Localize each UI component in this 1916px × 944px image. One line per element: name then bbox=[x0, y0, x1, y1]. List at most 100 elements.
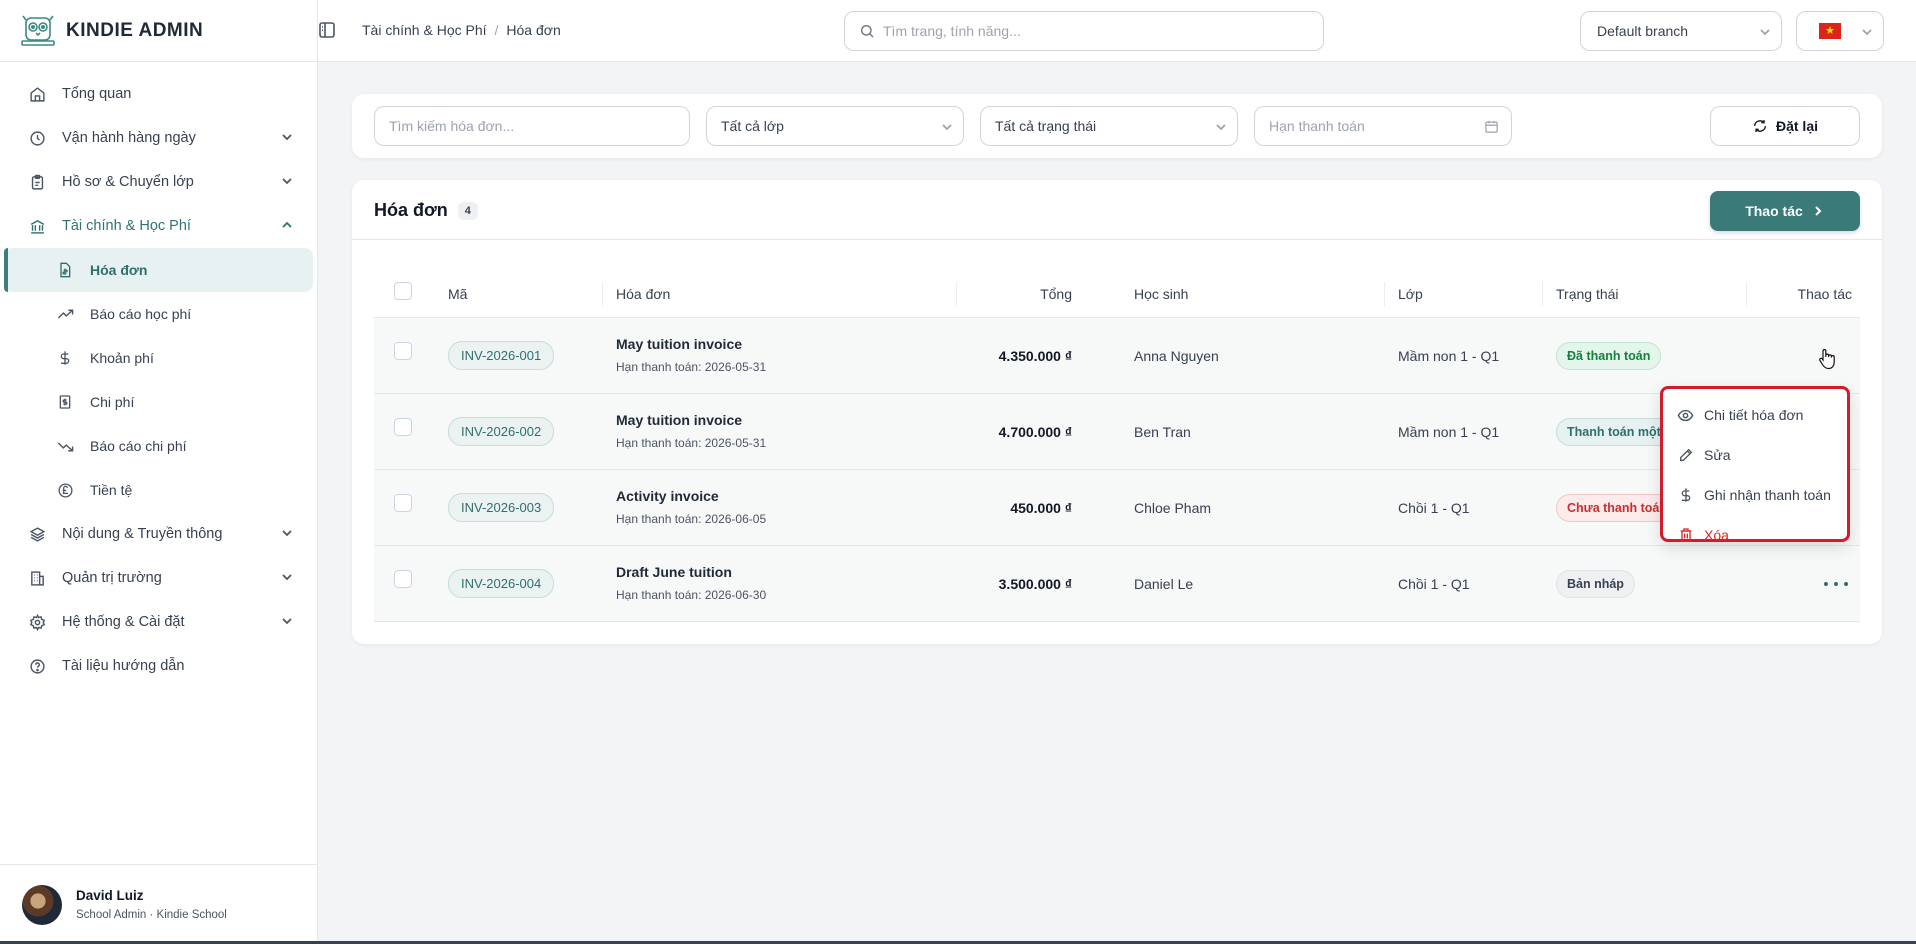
nav-docs[interactable]: Tài liệu hướng dẫn bbox=[0, 644, 317, 688]
clipboard-icon bbox=[28, 173, 46, 191]
global-search[interactable] bbox=[844, 11, 1324, 51]
nav-label: Hồ sơ & Chuyển lớp bbox=[62, 174, 194, 190]
col-code[interactable]: Mã bbox=[448, 286, 467, 302]
chevron-down-icon bbox=[282, 530, 292, 537]
nav-finance[interactable]: Tài chính & Học Phí bbox=[0, 204, 317, 248]
col-student[interactable]: Học sinh bbox=[1134, 286, 1188, 302]
refresh-icon bbox=[1753, 120, 1766, 132]
col-invoice[interactable]: Hóa đơn bbox=[616, 286, 670, 302]
bank-icon bbox=[28, 217, 46, 235]
sidebar: KINDIE ADMIN Tổng quan Vận hành hàng ngà… bbox=[0, 0, 318, 944]
row-actions-icon[interactable] bbox=[1824, 580, 1848, 588]
menu-label: Chi tiết hóa đơn bbox=[1704, 407, 1804, 423]
invoice-student: Chloe Pham bbox=[1134, 499, 1212, 516]
breadcrumb-finance[interactable]: Tài chính & Học Phí bbox=[362, 22, 487, 38]
invoice-total: 4.700.000 ₫ bbox=[998, 423, 1072, 440]
bulk-actions-button[interactable]: Thao tác bbox=[1710, 191, 1860, 231]
chevron-down-icon bbox=[282, 134, 292, 141]
menu-view-details[interactable]: Chi tiết hóa đơn bbox=[1663, 395, 1847, 435]
pound-coin-icon bbox=[56, 481, 74, 499]
invoice-class: Chồi 1 - Q1 bbox=[1398, 499, 1470, 516]
invoice-due: Hạn thanh toán: 2026-05-31 bbox=[616, 436, 767, 450]
sidebar-item-currency[interactable]: Tiền tệ bbox=[4, 468, 313, 512]
menu-record-payment[interactable]: Ghi nhận thanh toán bbox=[1663, 475, 1847, 515]
invoice-total: 4.350.000 ₫ bbox=[998, 347, 1072, 364]
sidebar-item-fees[interactable]: Khoản phí bbox=[4, 336, 313, 380]
row-checkbox[interactable] bbox=[394, 342, 412, 360]
col-divider bbox=[1384, 282, 1385, 306]
table-header: Mã Hóa đơn Tổng Học sinh Lớp Trạng thái … bbox=[374, 270, 1860, 318]
invoice-code[interactable]: INV-2026-002 bbox=[448, 416, 555, 446]
table-row[interactable]: INV-2026-002 May tuition invoice Hạn tha… bbox=[374, 394, 1860, 470]
top-header: Tài chính & Học Phí / Hóa đơn Default br… bbox=[318, 0, 1916, 62]
invoice-panel: Hóa đơn 4 Thao tác Mã Hóa đơn Tổng Học s… bbox=[352, 180, 1882, 644]
nav-label: Vận hành hàng ngày bbox=[62, 130, 196, 146]
nav-label: Tài liệu hướng dẫn bbox=[62, 658, 185, 674]
menu-label: Sửa bbox=[1704, 447, 1731, 463]
sidebar-toggle-icon[interactable] bbox=[318, 21, 336, 39]
menu-label: Xóa bbox=[1704, 527, 1729, 543]
global-search-input[interactable] bbox=[883, 23, 1303, 39]
invoice-due: Hạn thanh toán: 2026-06-05 bbox=[616, 512, 767, 526]
sidebar-item-tuition-report[interactable]: Báo cáo học phí bbox=[4, 292, 313, 336]
sidebar-item-expense-report[interactable]: Báo cáo chi phí bbox=[4, 424, 313, 468]
filter-bar: Tất cả lớp Tất cả trạng thái Đặt lại bbox=[352, 94, 1882, 158]
reset-button[interactable]: Đặt lại bbox=[1710, 106, 1860, 146]
invoice-table: Mã Hóa đơn Tổng Học sinh Lớp Trạng thái … bbox=[374, 270, 1860, 622]
table-row[interactable]: INV-2026-004 Draft June tuition Hạn than… bbox=[374, 546, 1860, 622]
row-checkbox[interactable] bbox=[394, 570, 412, 588]
col-status[interactable]: Trạng thái bbox=[1556, 286, 1619, 302]
breadcrumb: Tài chính & Học Phí / Hóa đơn bbox=[319, 22, 561, 38]
branch-select[interactable]: Default branch bbox=[1580, 11, 1782, 51]
nav-daily-ops[interactable]: Vận hành hàng ngày bbox=[0, 116, 317, 160]
nav-settings[interactable]: Hệ thống & Cài đặt bbox=[0, 600, 317, 644]
nav-records[interactable]: Hồ sơ & Chuyển lớp bbox=[0, 160, 317, 204]
table-row[interactable]: INV-2026-001 May tuition invoice Hạn tha… bbox=[374, 318, 1860, 394]
status-filter-select[interactable]: Tất cả trạng thái bbox=[980, 106, 1238, 146]
class-filter-select[interactable]: Tất cả lớp bbox=[706, 106, 964, 146]
chevron-up-icon bbox=[282, 221, 292, 228]
col-total[interactable]: Tổng bbox=[932, 286, 1072, 302]
sidebar-item-expenses[interactable]: Chi phí bbox=[4, 380, 313, 424]
nav-content[interactable]: Nội dung & Truyền thông bbox=[0, 512, 317, 556]
due-date-field[interactable] bbox=[1254, 106, 1512, 146]
select-all-checkbox[interactable] bbox=[394, 282, 412, 300]
invoice-class: Mầm non 1 - Q1 bbox=[1398, 423, 1500, 440]
user-profile[interactable]: David Luiz School Admin · Kindie School bbox=[0, 864, 318, 944]
chevron-down-icon bbox=[282, 178, 292, 185]
sidebar-item-label: Khoản phí bbox=[90, 350, 154, 366]
class-filter-value: Tất cả lớp bbox=[721, 118, 784, 134]
status-badge: Đã thanh toán bbox=[1556, 341, 1662, 370]
col-divider bbox=[1542, 282, 1543, 306]
invoice-search-input[interactable] bbox=[389, 118, 659, 134]
layers-icon bbox=[28, 525, 46, 543]
brand[interactable]: KINDIE ADMIN bbox=[0, 0, 317, 62]
status-badge: Bản nháp bbox=[1556, 569, 1635, 598]
language-select[interactable]: ★ bbox=[1796, 11, 1884, 51]
calendar-icon bbox=[1485, 120, 1498, 133]
dollar-icon bbox=[56, 349, 74, 367]
nav-school-admin[interactable]: Quản trị trường bbox=[0, 556, 317, 600]
menu-edit[interactable]: Sửa bbox=[1663, 435, 1847, 475]
gear-icon bbox=[28, 613, 46, 631]
row-checkbox[interactable] bbox=[394, 494, 412, 512]
invoice-name: Draft June tuition bbox=[616, 564, 732, 580]
menu-delete[interactable]: Xóa bbox=[1663, 515, 1847, 555]
invoice-code[interactable]: INV-2026-003 bbox=[448, 492, 555, 522]
invoice-code[interactable]: INV-2026-001 bbox=[448, 340, 555, 370]
sidebar-item-label: Tiền tệ bbox=[90, 482, 133, 498]
sidebar-item-invoices[interactable]: Hóa đơn bbox=[4, 248, 313, 292]
col-class[interactable]: Lớp bbox=[1398, 286, 1423, 302]
row-checkbox[interactable] bbox=[394, 418, 412, 436]
branch-value: Default branch bbox=[1597, 23, 1689, 39]
invoice-code[interactable]: INV-2026-004 bbox=[448, 568, 555, 598]
clock-icon bbox=[28, 129, 46, 147]
table-row[interactable]: INV-2026-003 Activity invoice Hạn thanh … bbox=[374, 470, 1860, 546]
invoice-student: Anna Nguyen bbox=[1134, 347, 1219, 364]
invoice-class: Chồi 1 - Q1 bbox=[1398, 575, 1470, 592]
invoice-search-field[interactable] bbox=[374, 106, 690, 146]
nav-overview[interactable]: Tổng quan bbox=[0, 72, 317, 116]
invoice-class: Mầm non 1 - Q1 bbox=[1398, 347, 1500, 364]
hand-cursor-icon bbox=[1819, 349, 1835, 370]
due-date-input[interactable] bbox=[1269, 118, 1487, 134]
